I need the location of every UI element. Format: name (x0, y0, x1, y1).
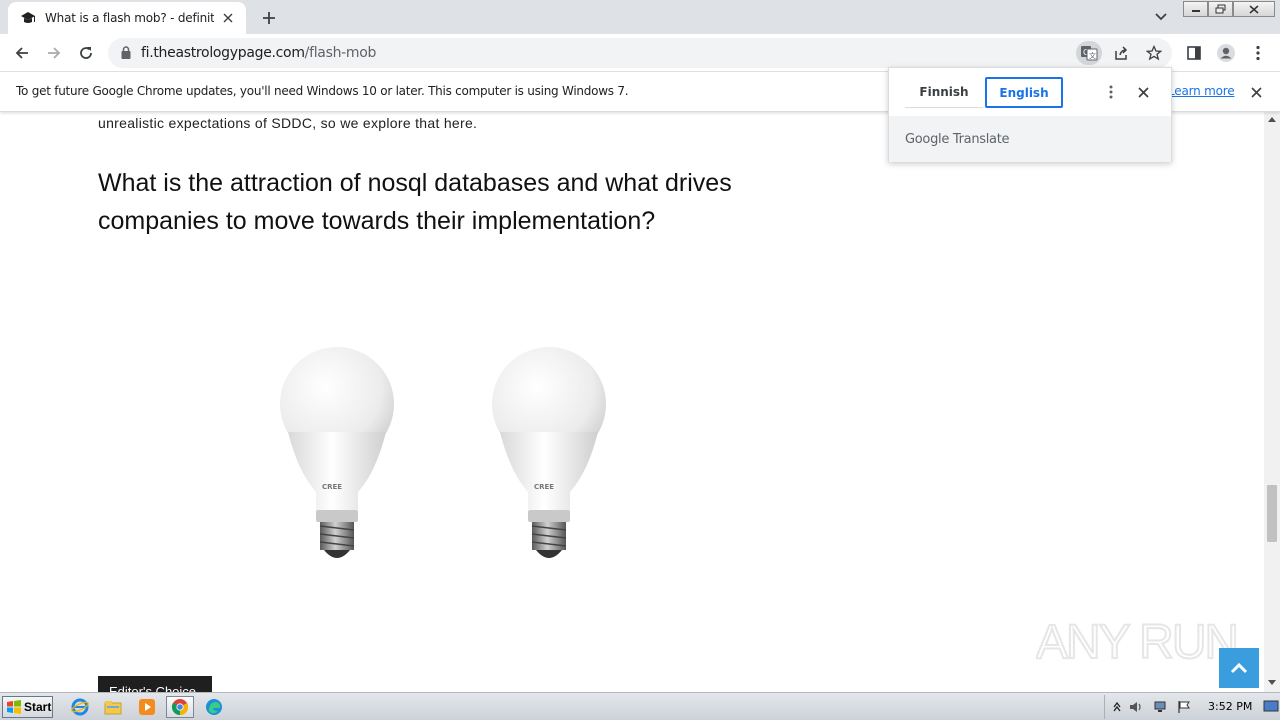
source-language-tab[interactable]: Finnish (905, 77, 983, 108)
translate-popup: Finnish English Google Translate (888, 67, 1172, 162)
address-bar[interactable]: fi.theastrologypage.com/flash-mob G文 (108, 38, 1172, 68)
side-panel-icon (1187, 46, 1201, 60)
brand-translate: Translate (952, 132, 1010, 147)
translate-footer: Google Translate (889, 116, 1171, 162)
menu-button[interactable] (1244, 39, 1272, 67)
windows-taskbar: Start 3:52 PM (0, 692, 1280, 720)
forward-button[interactable] (40, 39, 68, 67)
minimize-icon (1191, 10, 1200, 12)
svg-text:文: 文 (1089, 51, 1096, 60)
page-scrollbar[interactable] (1264, 112, 1280, 692)
reload-button[interactable] (72, 39, 100, 67)
file-explorer-taskbar-icon[interactable] (99, 696, 127, 718)
tray-expand-icon[interactable] (1110, 700, 1124, 714)
back-button[interactable] (8, 39, 36, 67)
new-tab-button[interactable] (258, 7, 280, 29)
page-content: unrealistic expectations of SDDC, so we … (0, 112, 1264, 692)
browser-tab[interactable]: What is a flash mob? - definition from (8, 2, 246, 34)
edge-taskbar-icon[interactable] (200, 696, 228, 718)
tab-title: What is a flash mob? - definition from (45, 11, 214, 25)
action-center-flag-icon[interactable] (1177, 700, 1191, 714)
url-path: /flash-mob (304, 45, 377, 61)
infobar-close-icon[interactable] (1248, 84, 1264, 100)
side-panel-button[interactable] (1180, 39, 1208, 67)
bulb-right-label: CREE (534, 483, 554, 491)
bookmark-star-icon[interactable] (1141, 41, 1167, 65)
volume-icon[interactable] (1129, 700, 1143, 714)
close-window-button[interactable] (1233, 1, 1275, 17)
learn-more-link[interactable]: Learn more (1168, 84, 1235, 98)
scroll-down-icon[interactable] (1268, 680, 1276, 686)
bulb-left-label: CREE (322, 483, 342, 491)
share-icon[interactable] (1108, 41, 1134, 65)
url-text: fi.theastrologypage.com/flash-mob (141, 45, 376, 61)
translate-options-icon[interactable] (1103, 84, 1119, 100)
start-button[interactable]: Start (2, 696, 53, 718)
tab-strip: What is a flash mob? - definition from (0, 0, 1280, 34)
translate-close-icon[interactable] (1135, 84, 1151, 100)
scrollbar-thumb[interactable] (1267, 485, 1277, 542)
close-icon (1249, 4, 1259, 14)
internet-explorer-taskbar-icon[interactable] (66, 696, 94, 718)
graduation-cap-icon (20, 10, 36, 26)
windows-logo-icon (7, 700, 21, 714)
plus-icon (263, 12, 275, 24)
network-icon[interactable] (1153, 700, 1167, 714)
infobar-message: To get future Google Chrome updates, you… (16, 84, 629, 98)
article-heading: What is the attraction of nosql database… (98, 169, 732, 235)
anyrun-watermark: ANY RUN (1036, 615, 1236, 670)
brand-google: Google (905, 132, 950, 147)
minimize-button[interactable] (1183, 1, 1208, 17)
scroll-up-icon[interactable] (1268, 116, 1276, 122)
start-label: Start (24, 700, 52, 714)
light-bulbs-image: CREE CREE (280, 347, 606, 558)
kebab-menu-icon (1256, 45, 1260, 61)
tab-search-button[interactable] (1150, 7, 1172, 27)
google-translate-brand: Google Translate (905, 132, 1010, 147)
back-to-top-button[interactable] (1219, 648, 1259, 688)
article-text: unrealistic expectations of SDDC, so we … (98, 115, 478, 131)
avatar-icon (1217, 44, 1235, 62)
media-player-taskbar-icon[interactable] (133, 696, 161, 718)
translate-icon[interactable]: G文 (1076, 41, 1102, 65)
arrow-left-icon (15, 47, 28, 59)
system-tray (1104, 695, 1280, 719)
bulb-right: CREE (492, 347, 606, 558)
chrome-taskbar-icon[interactable] (166, 696, 194, 718)
restore-icon (1215, 4, 1225, 14)
target-language-tab[interactable]: English (985, 77, 1063, 108)
taskbar-clock: 3:52 PM (1208, 700, 1253, 713)
url-domain: fi.theastrologypage.com (141, 45, 305, 61)
profile-button[interactable] (1212, 39, 1240, 67)
chevron-down-icon (1155, 13, 1167, 21)
editors-choice-label: Editor's Choice (98, 676, 212, 692)
tab-close-icon[interactable] (220, 10, 236, 26)
restore-button[interactable] (1208, 1, 1233, 17)
arrow-right-icon (48, 47, 61, 59)
chevron-up-icon (1230, 662, 1248, 674)
lock-icon[interactable] (120, 45, 132, 65)
show-desktop-icon[interactable] (1263, 699, 1279, 713)
watermark-text: ANY RUN (1036, 616, 1236, 669)
bulb-left: CREE (280, 347, 394, 558)
reload-icon (80, 47, 92, 59)
